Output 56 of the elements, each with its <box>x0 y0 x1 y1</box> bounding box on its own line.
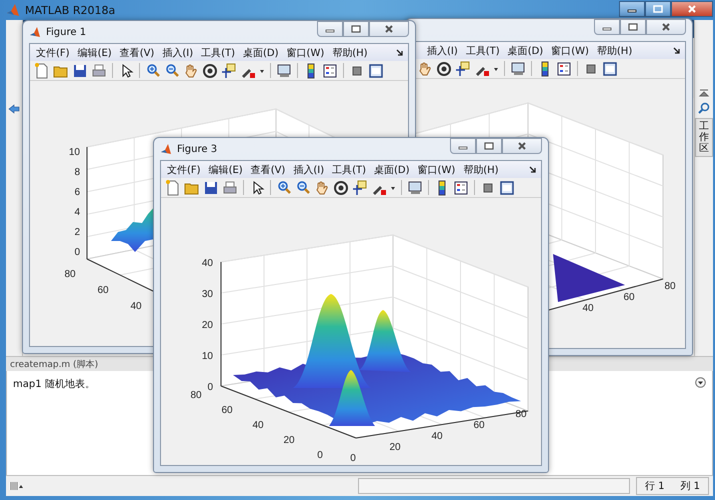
menu-item[interactable]: 工具(T) <box>466 44 500 58</box>
tick-label: 10 <box>68 147 80 158</box>
tick-label: 0 <box>74 247 80 258</box>
tick-label: 0 <box>350 453 356 464</box>
tick-label: 30 <box>202 289 213 300</box>
tick-label: 40 <box>130 301 142 312</box>
menu-item[interactable]: 窗口(W) <box>286 46 324 60</box>
menu-item[interactable]: 插入(I) <box>293 162 324 176</box>
menu-item[interactable]: 帮助(H) <box>463 162 499 176</box>
tick-label: 4 <box>74 207 80 218</box>
editor-tab[interactable]: createmap.m (脚本) <box>10 358 98 370</box>
tick-label: 8 <box>74 167 80 178</box>
menu-item[interactable]: 文件(F) <box>167 162 201 176</box>
panel-tab[interactable]: 工作区 <box>695 118 713 157</box>
tick-label: 60 <box>221 405 233 416</box>
editor-text: map1 随机地表。 <box>13 378 95 391</box>
tick-label: 20 <box>389 442 401 453</box>
tick-label: 40 <box>252 420 264 431</box>
tick-label: 10 <box>202 351 213 362</box>
column-indicator: 列 1 <box>680 480 700 493</box>
window-title: Figure 1 <box>46 26 86 38</box>
menu-item[interactable]: 编辑(E) <box>208 162 243 176</box>
tick-label: 40 <box>431 431 443 442</box>
tick-label: 80 <box>664 281 676 292</box>
menu-item[interactable]: 窗口(W) <box>418 162 456 176</box>
tick-label: 60 <box>473 420 485 431</box>
tick-label: 60 <box>623 292 635 303</box>
menu-item[interactable]: 工具(T) <box>332 162 366 176</box>
tick-label: 60 <box>97 285 109 296</box>
menu-item[interactable]: 文件(F) <box>36 46 70 60</box>
tick-label: 2 <box>74 227 80 238</box>
menu-item[interactable]: 插入(I) <box>427 44 458 58</box>
menu-item[interactable]: 窗口(W) <box>551 44 589 58</box>
menu-item[interactable]: 桌面(D) <box>374 162 410 176</box>
window-title: Figure 3 <box>177 144 218 154</box>
menu-item[interactable]: 插入(I) <box>162 46 194 60</box>
tick-label: 0 <box>317 450 323 461</box>
tick-label: 0 <box>207 382 213 393</box>
tick-label: 80 <box>515 409 527 420</box>
tick-label: 80 <box>190 390 202 401</box>
window-title: MATLAB R2018a <box>25 4 116 16</box>
tick-label: 80 <box>64 269 76 280</box>
menu-item[interactable]: 桌面(D) <box>243 46 279 60</box>
menu-item[interactable]: 工具(T) <box>201 46 236 60</box>
menu-item[interactable]: 查看(V) <box>250 162 286 176</box>
menu-item[interactable]: 帮助(H) <box>596 44 632 58</box>
tick-label: 20 <box>283 435 295 446</box>
menu-item[interactable]: 查看(V) <box>120 46 154 60</box>
tick-label: 20 <box>202 320 213 331</box>
menu-item[interactable]: 桌面(D) <box>508 44 544 58</box>
menu-item[interactable]: 编辑(E) <box>78 46 112 60</box>
tick-label: 40 <box>582 303 594 314</box>
tick-label: 40 <box>202 258 213 269</box>
menu-item[interactable]: 帮助(H) <box>332 46 368 60</box>
line-indicator: 行 1 <box>644 480 664 493</box>
tick-label: 6 <box>74 187 80 198</box>
